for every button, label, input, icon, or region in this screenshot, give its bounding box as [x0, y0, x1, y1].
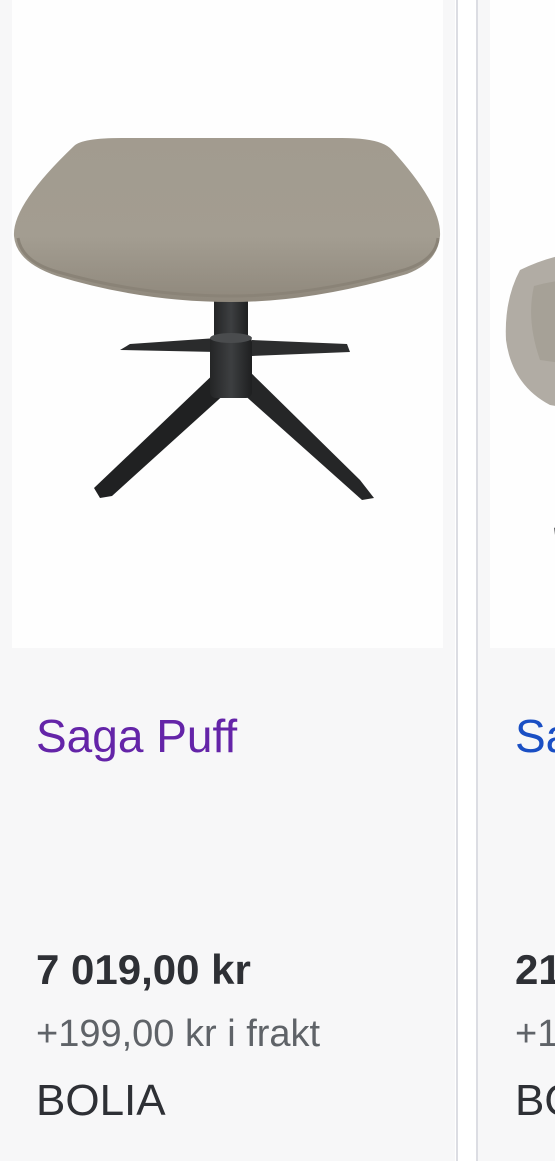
product-carousel: Saga Puff 7 019,00 kr +199,00 kr i frakt…	[0, 0, 555, 1161]
product-card[interactable]: Saga 21 +1 BO	[478, 0, 555, 1161]
product-card[interactable]: Saga Puff 7 019,00 kr +199,00 kr i frakt…	[0, 0, 455, 1161]
product-price: 21	[515, 946, 555, 993]
shipping-cost: +1	[515, 1013, 555, 1055]
product-title[interactable]: Saga Puff	[36, 706, 237, 766]
seller-name: BOLIA	[36, 1076, 166, 1125]
seller-name: BO	[515, 1076, 555, 1125]
product-image[interactable]	[490, 0, 555, 648]
product-image[interactable]	[12, 0, 443, 648]
card-divider	[456, 0, 458, 1161]
ottoman-footstool-image	[13, 138, 441, 500]
product-price: 7 019,00 kr	[36, 946, 251, 993]
product-title[interactable]: Saga	[515, 706, 555, 766]
lounge-chair-image	[505, 256, 555, 535]
shipping-cost: +199,00 kr i frakt	[36, 1013, 321, 1055]
